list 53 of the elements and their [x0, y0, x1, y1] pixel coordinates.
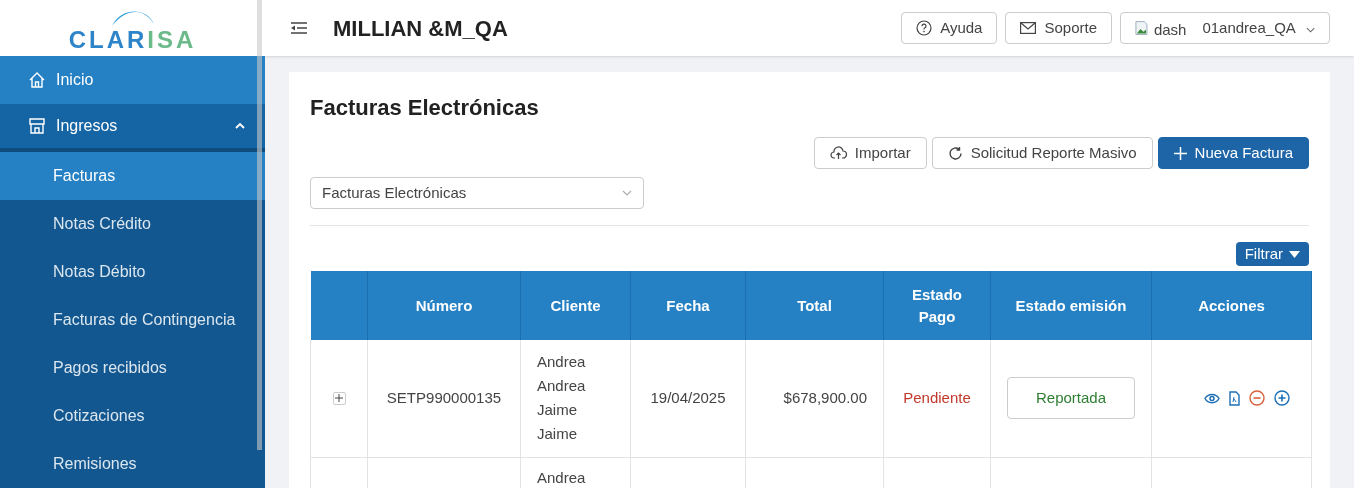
sidebar-subitem[interactable]: Facturas: [0, 152, 265, 200]
column-header: Fecha: [630, 271, 746, 340]
column-header: Cliente: [520, 271, 631, 340]
invoice-number: SETP990000135: [386, 389, 502, 406]
total-amount: $678,900.00: [783, 389, 867, 406]
caret-down-icon: [1289, 250, 1300, 258]
sidebar-subitem[interactable]: Pagos recibidos: [0, 344, 265, 392]
expand-row-button[interactable]: [332, 391, 346, 405]
import-button[interactable]: Importar: [813, 137, 927, 169]
chevron-down-icon: [622, 190, 632, 196]
sidebar-subitem[interactable]: Remisiones: [0, 440, 265, 488]
menu-collapse-icon[interactable]: [289, 20, 309, 36]
broken-image-icon: [1135, 20, 1148, 36]
sidebar-item[interactable]: Ingresos: [0, 104, 265, 152]
invoice-type-select[interactable]: Facturas Electrónicas: [310, 177, 644, 209]
emission-status: Reportada: [1007, 377, 1135, 420]
bulk-report-button[interactable]: Solicitud Reporte Masivo: [931, 137, 1153, 169]
logo-text: CLAR ISA: [68, 28, 197, 52]
sidebar-item[interactable]: Inicio: [0, 56, 265, 104]
sidebar-subitem[interactable]: Notas Débito: [0, 248, 265, 296]
client-name: Andrea Andrea Jaime Jaime: [537, 352, 587, 445]
pdf-file-icon[interactable]: [1228, 390, 1240, 406]
column-header: Estado Pago: [883, 271, 991, 340]
sidebar-subitem[interactable]: Facturas de Contingencia: [0, 296, 265, 344]
column-header: Total: [745, 271, 884, 340]
plus-icon: [1173, 146, 1187, 160]
chevron-up-icon: [235, 123, 245, 129]
add-circle-icon[interactable]: [1273, 390, 1290, 407]
store-icon: [28, 117, 46, 135]
client-name: Andrea: [537, 467, 587, 488]
refresh-icon: [947, 145, 963, 161]
page-title: Facturas Electrónicas: [310, 94, 540, 122]
column-header: Estado emisión: [990, 271, 1152, 340]
filter-button[interactable]: Filtrar: [1235, 242, 1309, 266]
column-header: Acciones: [1151, 271, 1312, 340]
chevron-down-icon: [1305, 27, 1315, 33]
company-title: MILLIAN &M_QA: [333, 14, 508, 43]
cloud-upload-icon: [829, 146, 847, 160]
sidebar-subitem[interactable]: Cotizaciones: [0, 392, 265, 440]
view-icon[interactable]: [1203, 392, 1220, 404]
remove-circle-icon[interactable]: [1248, 390, 1265, 407]
scrollbar[interactable]: [257, 0, 262, 450]
help-button[interactable]: Ayuda: [901, 12, 998, 44]
new-invoice-button[interactable]: Nueva Factura: [1157, 137, 1309, 169]
sidebar-subitem[interactable]: Notas Crédito: [0, 200, 265, 248]
support-button[interactable]: Soporte: [1005, 12, 1112, 44]
date-text: 19/04/2025: [650, 389, 726, 406]
column-header: Número: [367, 271, 521, 340]
mail-icon: [1020, 22, 1037, 34]
payment-status: Pendiente: [903, 389, 971, 406]
help-icon: [916, 20, 933, 36]
home-icon: [28, 71, 46, 89]
user-menu-button[interactable]: dash 01andrea_QA: [1120, 12, 1330, 44]
